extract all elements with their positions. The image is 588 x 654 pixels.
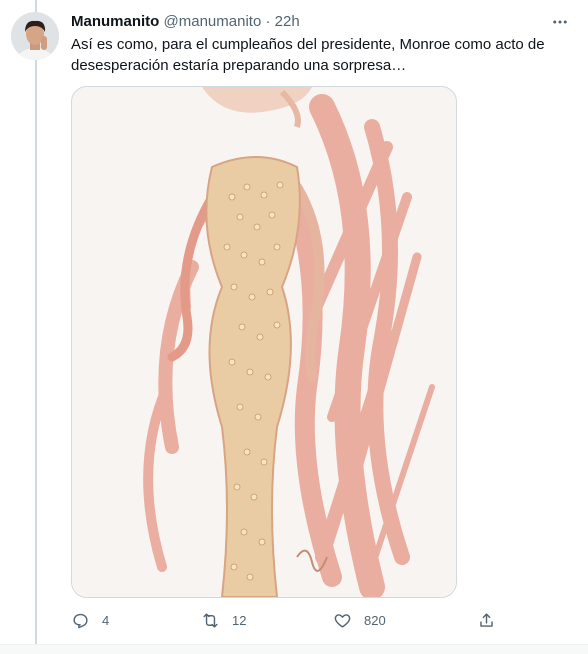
share-icon	[480, 612, 493, 627]
heart-icon	[334, 613, 351, 628]
author-name[interactable]: Manumanito	[71, 13, 159, 30]
retweet-button[interactable]: 12	[201, 608, 246, 632]
like-count: 820	[364, 612, 386, 628]
tweet-actions: 4 12 820	[71, 608, 501, 632]
reply-button[interactable]: 4	[71, 608, 109, 632]
tweet-text: Así es como, para el cumpleaños del pres…	[71, 36, 545, 74]
author-handle[interactable]: @manumanito	[164, 13, 262, 30]
separator-dot: ·	[265, 13, 271, 30]
share-button[interactable]	[477, 608, 496, 632]
retweet-count: 12	[232, 612, 247, 628]
tweet-header: Manumanito @manumanito · 22h	[71, 12, 548, 32]
retweet-icon	[203, 612, 218, 628]
tweet-time[interactable]: 22h	[275, 13, 300, 30]
more-options-icon[interactable]	[550, 12, 570, 32]
avatar[interactable]	[11, 12, 59, 60]
like-button[interactable]: 820	[333, 608, 386, 632]
fashion-sketch-image	[72, 87, 456, 597]
thread-line	[35, 0, 37, 653]
avatar-image	[11, 12, 59, 60]
tweet-media[interactable]	[71, 86, 457, 598]
reply-icon	[73, 613, 88, 628]
reply-count: 4	[102, 612, 110, 628]
